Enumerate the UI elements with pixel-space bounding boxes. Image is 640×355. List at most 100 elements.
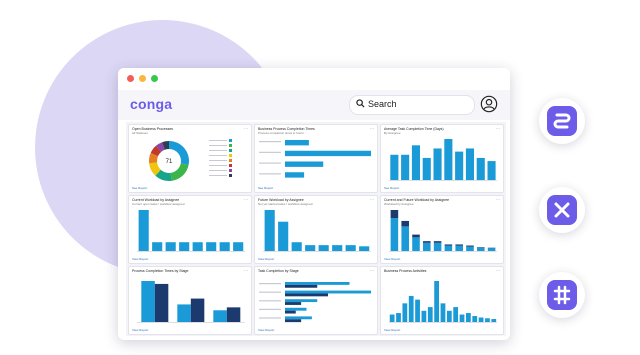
bar (402, 303, 408, 322)
bar (433, 242, 442, 251)
minimize-dot[interactable] (139, 75, 146, 82)
search-label: Search (368, 99, 397, 109)
dashboard-panel[interactable]: Open Business Processes All Statuses ⋯ See … (128, 124, 252, 193)
bar (427, 307, 433, 322)
legend-swatch (229, 164, 232, 167)
legend-swatch (229, 169, 232, 172)
bar (421, 310, 427, 322)
bar (412, 234, 420, 238)
legend-swatch (229, 174, 232, 177)
panel-chart (137, 210, 245, 252)
bar (390, 154, 399, 180)
panel-chart (259, 282, 371, 323)
dashboard-panel[interactable]: Future Workload by Assignee Not yet start… (254, 195, 378, 264)
category-label-placeholder (259, 300, 281, 302)
bar (285, 140, 309, 146)
dashboard-panel[interactable]: Current Workload by Assignee Current open… (128, 195, 252, 264)
legend-swatch (229, 154, 232, 157)
bar (190, 298, 205, 322)
bar (401, 226, 409, 251)
panel-chart (389, 281, 497, 323)
bar (305, 245, 316, 251)
bar (478, 317, 484, 322)
x-axis-line (389, 251, 497, 252)
dashboard-panel[interactable]: Business Process Activities ⋯ View Report (380, 266, 504, 335)
legend-label-placeholder (209, 175, 227, 176)
bar (444, 244, 453, 246)
window-titlebar (118, 68, 510, 91)
bar (177, 304, 191, 322)
bar (459, 314, 465, 322)
bar (485, 318, 490, 322)
bar (453, 307, 459, 322)
bar (318, 245, 329, 251)
legend-swatch (229, 144, 232, 147)
dashboard-grid: Open Business Processes All Statuses ⋯ See … (126, 122, 506, 336)
panel-chart (389, 210, 497, 252)
bar (408, 295, 414, 322)
bar (487, 247, 496, 249)
legend-label-placeholder (209, 160, 227, 161)
bar (487, 248, 496, 251)
category-label-placeholder (259, 151, 281, 153)
legend-label-placeholder (209, 140, 227, 141)
bar (285, 307, 307, 311)
side-close-button[interactable] (539, 187, 585, 233)
bar (465, 313, 471, 322)
bar (285, 290, 371, 294)
user-icon[interactable] (480, 95, 498, 113)
category-label-placeholder (259, 308, 281, 310)
category-label-placeholder (259, 162, 281, 164)
bar (455, 244, 463, 246)
panel-chart (137, 281, 245, 323)
legend-label-placeholder (209, 150, 227, 151)
app-header: conga Search (118, 90, 510, 120)
dashboard-panel[interactable]: Average Task Completion Time (Days) By As… (380, 124, 504, 193)
panel-chart (389, 139, 497, 181)
x-axis-line (389, 180, 497, 181)
search-bar[interactable]: Search (349, 95, 475, 115)
bar (233, 242, 244, 251)
conga-logo[interactable]: conga (130, 96, 172, 112)
dashboard-panel[interactable]: Current and Future Workload by Assignee W… (380, 195, 504, 264)
dashboard-panel[interactable]: Business Process Completion Times Process… (254, 124, 378, 193)
bar (423, 241, 431, 243)
bar (465, 148, 474, 180)
bar (285, 284, 318, 288)
link-icon (553, 113, 571, 129)
app-window: conga Search Open Business Processes All … (118, 68, 510, 340)
legend-swatch (229, 159, 232, 162)
bar (278, 221, 289, 251)
bar (332, 245, 343, 251)
bar (226, 307, 241, 322)
bar (466, 246, 474, 251)
side-grid-button[interactable] (539, 272, 585, 318)
x-axis-line (137, 322, 245, 323)
bar (476, 157, 485, 180)
legend-label-placeholder (209, 170, 227, 171)
x-axis-line (389, 322, 497, 323)
dashboard-panel[interactable]: Task Completion by Stage ⋯ View Report (254, 266, 378, 335)
side-link-button[interactable] (539, 98, 585, 144)
bar (179, 242, 190, 251)
bar (455, 151, 464, 180)
legend-swatch (229, 139, 232, 142)
panel-chart: 71 (149, 139, 232, 181)
bar (433, 241, 442, 243)
bar (345, 245, 356, 251)
bar (487, 161, 496, 180)
bar (411, 145, 420, 180)
dashboard-panel[interactable]: Process Completion Times by Stage ⋯ View R… (128, 266, 252, 335)
bar (264, 210, 275, 251)
bar (422, 157, 431, 180)
bar (434, 281, 439, 322)
bar (291, 242, 302, 251)
bar (466, 245, 474, 247)
close-dot[interactable] (127, 75, 134, 82)
bar (477, 247, 485, 248)
bar (472, 316, 478, 322)
search-icon (356, 99, 365, 108)
category-label-placeholder (259, 173, 281, 175)
bar (285, 293, 328, 297)
maximize-dot[interactable] (151, 75, 158, 82)
